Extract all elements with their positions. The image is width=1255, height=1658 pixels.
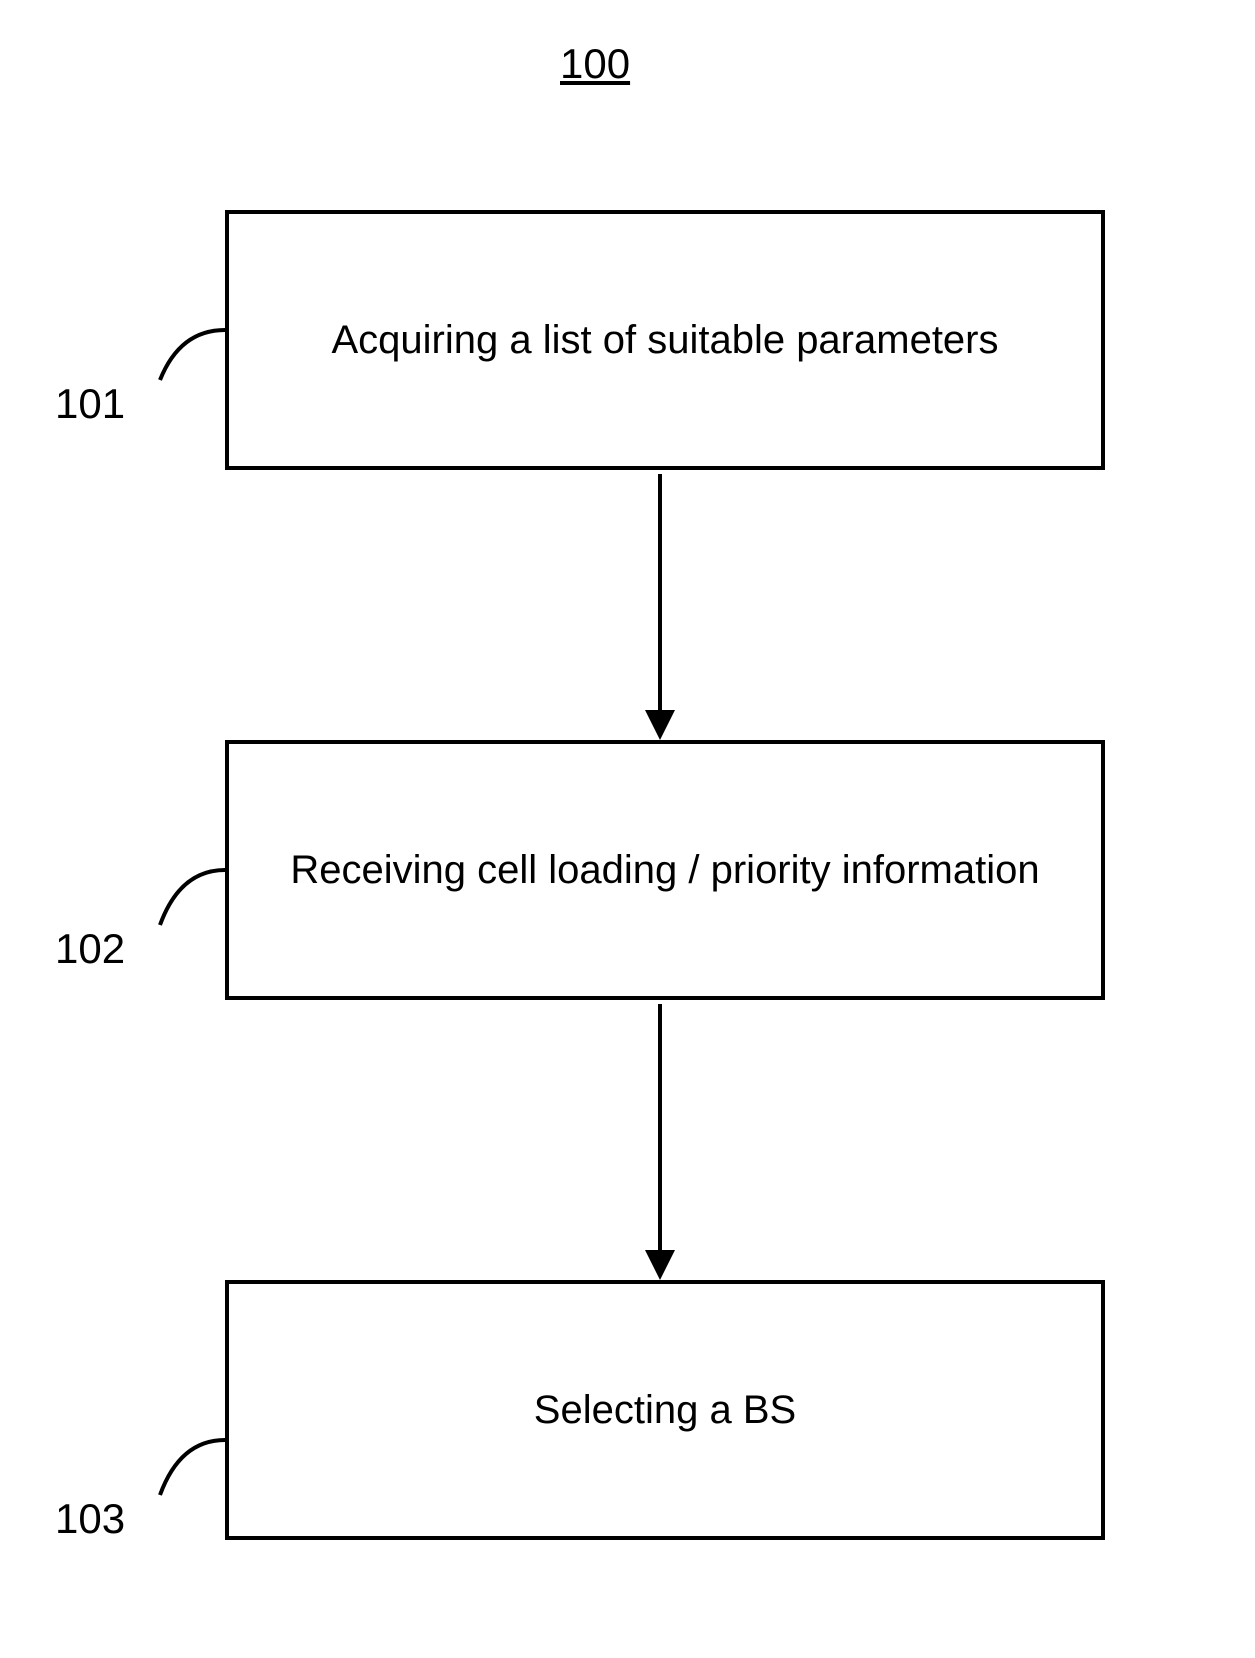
flowchart-canvas: 100 Acquiring a list of suitable paramet… — [0, 0, 1255, 1658]
label-tick-103 — [0, 0, 1255, 1658]
